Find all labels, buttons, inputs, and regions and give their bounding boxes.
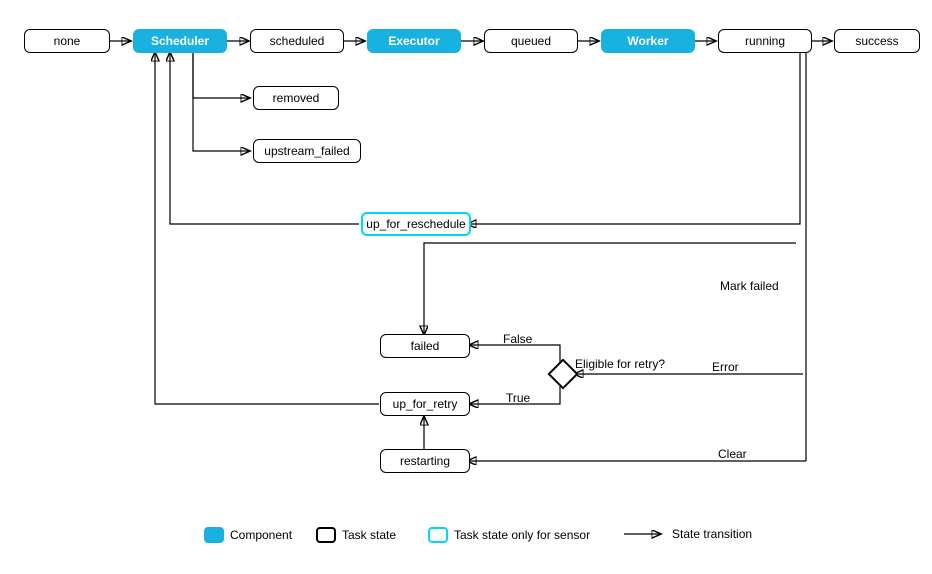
legend-label-transition: State transition bbox=[672, 527, 752, 541]
label-removed: removed bbox=[273, 91, 320, 105]
edge-decision-failed bbox=[470, 345, 560, 363]
state-up-for-retry: up_for_retry bbox=[380, 392, 470, 416]
legend-swatch-sensor-state bbox=[428, 527, 448, 543]
label-restarting: restarting bbox=[400, 454, 450, 468]
edge-running-upforreschedule bbox=[468, 53, 800, 224]
state-queued: queued bbox=[484, 29, 578, 53]
decision-eligible-for-retry bbox=[547, 358, 578, 389]
label-scheduler: Scheduler bbox=[151, 34, 209, 48]
legend-transition: State transition bbox=[622, 527, 752, 541]
label-upstream-failed: upstream_failed bbox=[264, 144, 349, 158]
state-scheduled: scheduled bbox=[250, 29, 344, 53]
legend-label-sensor-state: Task state only for sensor bbox=[454, 528, 590, 542]
edge-label-false: False bbox=[503, 332, 532, 346]
legend-sensor-state: Task state only for sensor bbox=[428, 527, 590, 543]
component-worker: Worker bbox=[601, 29, 695, 53]
legend-component: Component bbox=[204, 527, 292, 543]
label-executor: Executor bbox=[388, 34, 439, 48]
legend-arrow-icon bbox=[622, 528, 666, 540]
legend-swatch-state bbox=[316, 527, 336, 543]
state-failed: failed bbox=[380, 334, 470, 358]
label-failed: failed bbox=[411, 339, 440, 353]
label-scheduled: scheduled bbox=[270, 34, 325, 48]
label-success: success bbox=[855, 34, 898, 48]
state-success: success bbox=[834, 29, 920, 53]
label-worker: Worker bbox=[627, 34, 668, 48]
label-up-for-reschedule: up_for_reschedule bbox=[366, 217, 465, 231]
label-queued: queued bbox=[511, 34, 551, 48]
state-none: none bbox=[24, 29, 110, 53]
component-executor: Executor bbox=[367, 29, 461, 53]
label-none: none bbox=[54, 34, 81, 48]
label-up-for-retry: up_for_retry bbox=[393, 397, 458, 411]
edge-scheduler-removed bbox=[193, 53, 249, 98]
state-upstream-failed: upstream_failed bbox=[253, 139, 361, 163]
component-scheduler: Scheduler bbox=[133, 29, 227, 53]
state-removed: removed bbox=[253, 86, 339, 110]
state-restarting: restarting bbox=[380, 449, 470, 473]
legend-swatch-component bbox=[204, 527, 224, 543]
edge-label-clear: Clear bbox=[718, 447, 747, 461]
edge-label-mark-failed: Mark failed bbox=[720, 279, 779, 293]
state-up-for-reschedule: up_for_reschedule bbox=[361, 212, 471, 236]
legend-label-component: Component bbox=[230, 528, 292, 542]
edge-label-error: Error bbox=[712, 360, 739, 374]
label-decision: Eligible for retry? bbox=[575, 357, 665, 371]
edge-scheduler-upstream-failed bbox=[193, 53, 249, 151]
edge-label-true: True bbox=[506, 391, 530, 405]
legend-label-state: Task state bbox=[342, 528, 396, 542]
legend-state: Task state bbox=[316, 527, 396, 543]
state-running: running bbox=[718, 29, 812, 53]
label-running: running bbox=[745, 34, 785, 48]
